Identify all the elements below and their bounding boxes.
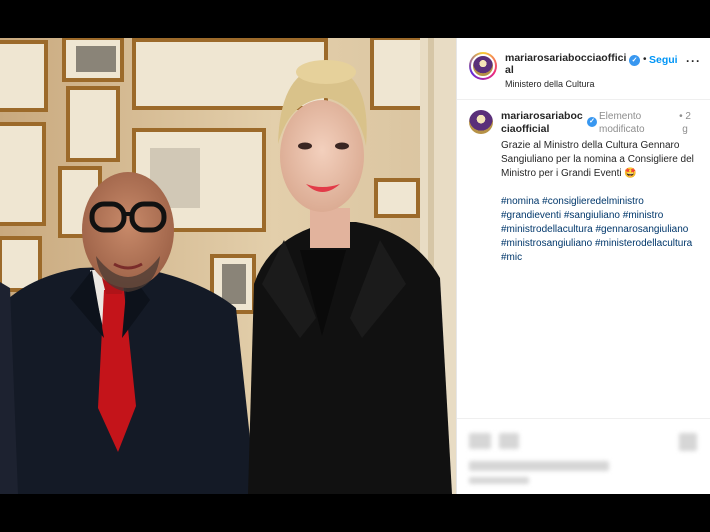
hashtag-link[interactable]: #mic xyxy=(501,252,522,263)
post-header: mariarosariabocciaofficial Ministero del… xyxy=(457,38,710,100)
caption-text: Grazie al Ministro della Cultura Gennaro… xyxy=(501,140,694,179)
post-photo[interactable] xyxy=(0,38,456,494)
header-username[interactable]: mariarosariabocciaofficial xyxy=(505,52,631,76)
post-time[interactable]: • 2 g xyxy=(677,110,693,136)
like-icon-blurred xyxy=(469,433,491,449)
caption-username[interactable]: mariarosariabocciaofficial xyxy=(501,110,587,136)
caption-avatar-icon[interactable] xyxy=(469,110,493,134)
post-footer-blurred xyxy=(457,418,710,494)
profile-avatar-icon[interactable] xyxy=(469,52,497,80)
caption-verified-badge-icon: ✓ xyxy=(587,117,597,127)
hashtag-link[interactable]: #ministrosangiuliano xyxy=(501,238,592,249)
hashtag-link[interactable]: #gennarosangiuliano xyxy=(596,224,689,235)
hashtag-link[interactable]: #ministerodellacultura xyxy=(595,238,692,249)
instagram-post-modal: mariarosariabocciaofficial Ministero del… xyxy=(0,0,710,532)
post-caption: mariarosariabocciaofficial ✓ Elemento mo… xyxy=(457,100,710,265)
hashtag-link[interactable]: #nomina xyxy=(501,196,539,207)
hashtag-link[interactable]: #ministro xyxy=(623,210,664,221)
hashtag-link[interactable]: #grandieventi xyxy=(501,210,561,221)
post-location[interactable]: Ministero della Cultura xyxy=(505,79,631,89)
save-icon-blurred xyxy=(679,433,697,451)
more-options-icon[interactable]: ··· xyxy=(686,54,701,68)
date-blurred xyxy=(469,477,529,484)
follow-button[interactable]: Segui xyxy=(649,54,678,66)
header-text: mariarosariabocciaofficial Ministero del… xyxy=(505,52,631,89)
likes-count-blurred xyxy=(469,461,609,471)
hashtag-link[interactable]: #ministrodellacultura xyxy=(501,224,593,235)
verified-badge-icon: ✓ xyxy=(629,55,640,66)
hashtag-list: #nomina #consiglieredelministro #grandie… xyxy=(501,195,700,265)
post-sidebar: mariarosariabocciaofficial Ministero del… xyxy=(456,38,710,494)
hashtag-link[interactable]: #sangiuliano xyxy=(564,210,620,221)
edited-label: Elemento modificato xyxy=(599,111,645,135)
comment-icon-blurred xyxy=(499,433,519,449)
post-photo-image xyxy=(0,38,456,494)
separator-dot: • xyxy=(643,54,647,65)
hashtag-link[interactable]: #consiglieredelministro xyxy=(542,196,644,207)
